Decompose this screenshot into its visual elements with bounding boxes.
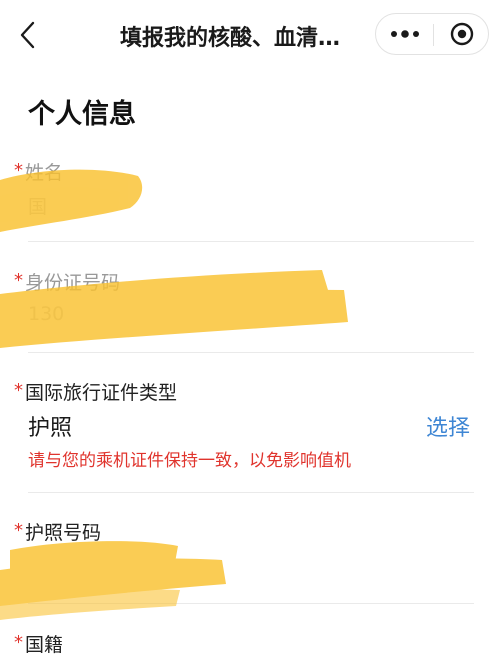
- travel-doc-type-value: 护照: [28, 416, 73, 441]
- required-asterisk: *: [14, 380, 23, 401]
- name-input[interactable]: 国: [28, 192, 47, 219]
- navigation-bar: 填报我的核酸、血清…: [0, 0, 500, 70]
- passport-number-label-text: 护照号码: [25, 522, 102, 544]
- back-button[interactable]: [10, 15, 46, 55]
- redaction-stroke: [10, 541, 178, 586]
- divider: [28, 241, 474, 242]
- more-button[interactable]: [376, 14, 433, 54]
- required-asterisk: *: [14, 632, 23, 653]
- id-number-input[interactable]: 130: [28, 303, 64, 325]
- page-title: 填报我的核酸、血清…: [120, 26, 341, 51]
- passport-number-label: * 护照号码: [14, 518, 101, 545]
- name-label: * 姓名: [14, 158, 63, 185]
- doc-type-hint: 请与您的乘机证件保持一致，以免影响值机: [28, 451, 351, 471]
- choose-doc-type-button[interactable]: 选择: [426, 410, 470, 442]
- close-button[interactable]: [434, 14, 490, 54]
- redaction-stroke: [0, 558, 226, 606]
- travel-doc-type-label: * 国际旅行证件类型: [14, 378, 177, 405]
- required-asterisk: *: [14, 520, 23, 541]
- redaction-stroke: [0, 187, 120, 222]
- divider: [28, 352, 474, 353]
- travel-doc-type-label-text: 国际旅行证件类型: [25, 382, 178, 404]
- chevron-left-icon: [20, 21, 35, 49]
- divider: [28, 603, 474, 604]
- mini-program-capsule: [375, 13, 489, 55]
- more-dots-icon: [390, 30, 419, 38]
- nationality-label-text: 国籍: [25, 634, 64, 656]
- nationality-label: * 国籍: [14, 630, 63, 657]
- target-close-icon: [450, 22, 474, 46]
- redaction-stroke: [0, 589, 180, 620]
- id-number-label-text: 身份证号码: [25, 272, 121, 294]
- section-title-personal-info: 个人信息: [28, 99, 136, 130]
- divider: [28, 492, 474, 493]
- id-number-label: * 身份证号码: [14, 268, 120, 295]
- name-label-text: 姓名: [25, 162, 64, 184]
- required-asterisk: *: [14, 160, 23, 181]
- required-asterisk: *: [14, 270, 23, 291]
